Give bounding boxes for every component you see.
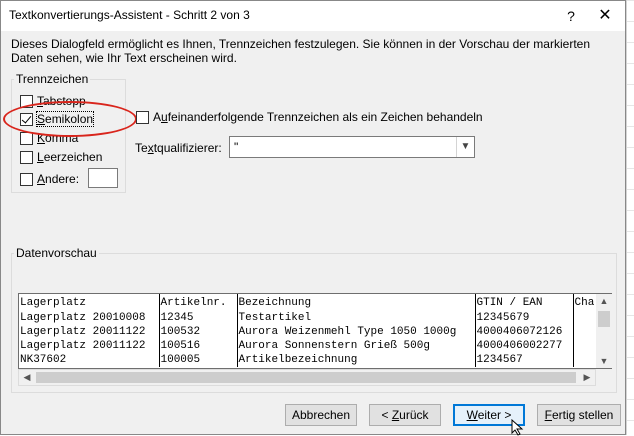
scroll-up-icon[interactable]: ▲ [596,294,612,308]
text-qualifier-value: " [234,140,239,154]
preview-vertical-scrollbar[interactable]: ▲ ▼ [596,294,612,368]
checkbox-consecutive-delimiters[interactable]: Aufeinanderfolgende Trennzeichen als ein… [136,109,483,125]
preview-cell: 12345 [159,311,238,325]
preview-row: Lagerplatz Artikelnr. Bezeichnung GTIN / EA… [19,294,603,311]
horizontal-scroll-thumb[interactable] [36,372,576,383]
mouse-cursor-icon [511,419,524,436]
checkbox-semikolon-label: Semikolon [35,111,95,127]
preview-cell: Lagerplatz 20010008 [19,311,160,325]
checkbox-andere-box[interactable] [20,172,33,186]
preview-cell: 4000406072126 [475,325,574,339]
text-import-wizard-dialog: Textkonvertierungs-Assistent - Schritt 2… [0,0,626,436]
preview-cell: 100005 [159,353,238,367]
checkbox-komma-box[interactable] [20,131,33,145]
background-sheet-strip [626,0,634,435]
finish-button[interactable]: Fertig stellen [537,404,621,426]
intro-text: Dieses Dialogfeld ermöglicht es Ihnen, T… [11,37,590,65]
preview-cell: 1234567 [475,353,574,367]
preview-cell: 100532 [159,325,238,339]
cancel-button[interactable]: Abbrechen [285,404,357,426]
preview-cell: Aurora Sonnenstern Grieß 500g [237,339,476,353]
checkbox-tabstopp-label: Tabstopp [37,94,86,108]
checkbox-tabstopp[interactable]: Tabstopp [20,93,86,109]
preview-row: Lagerplatz 20010008 12345 Testartikel 12345… [19,311,603,325]
chevron-down-icon[interactable]: ▼ [456,137,474,157]
delimiters-group-label: Trennzeichen [14,72,91,86]
preview-cell: Artikelbezeichnung [237,353,476,367]
preview-row: NK37602 100005 Artikelbezeichnung 1234567 [19,353,603,367]
preview-row: Lagerplatz 20011122 100516 Aurora Sonnenst… [19,339,603,353]
other-delimiter-input[interactable] [88,168,118,188]
text-qualifier-select[interactable]: " ▼ [229,136,475,158]
checkbox-leerzeichen-label: Leerzeichen [37,150,103,164]
preview-table: Lagerplatz Artikelnr. Bezeichnung GTIN / EA… [19,294,603,367]
preview-cell: 100516 [159,339,238,353]
data-preview[interactable]: Lagerplatz Artikelnr. Bezeichnung GTIN / EA… [18,293,612,369]
preview-cell: Lagerplatz 20011122 [19,339,160,353]
data-preview-group-label: Datenvorschau [14,246,99,260]
checkbox-leerzeichen[interactable]: Leerzeichen [20,149,102,165]
scroll-right-icon[interactable]: ▶ [579,370,595,385]
checkbox-semikolon[interactable]: Semikolon [20,111,95,127]
preview-cell: 4000406002277 [475,339,574,353]
preview-cell: 12345679 [475,311,574,325]
title-bar: Textkonvertierungs-Assistent - Schritt 2… [1,1,625,31]
checkbox-komma-label: Komma [37,131,79,145]
scroll-down-icon[interactable]: ▼ [596,354,612,368]
scroll-left-icon[interactable]: ◀ [19,370,35,385]
window-title: Textkonvertierungs-Assistent - Schritt 2… [9,8,250,22]
close-icon[interactable]: ✕ [593,5,617,27]
checkbox-leerzeichen-box[interactable] [20,150,33,164]
preview-row: Lagerplatz 20011122 100532 Aurora Weizenme… [19,325,603,339]
preview-horizontal-scrollbar[interactable]: ◀ ▶ [18,369,596,386]
preview-cell: Bezeichnung [237,294,476,311]
preview-cell: Testartikel [237,311,476,325]
preview-cell: Artikelnr. [159,294,238,311]
checkbox-consecutive-label: Aufeinanderfolgende Trennzeichen als ein… [153,110,483,124]
checkbox-consecutive-box[interactable] [136,110,149,124]
vertical-scroll-thumb[interactable] [598,311,610,327]
preview-cell: Aurora Weizenmehl Type 1050 1000g [237,325,476,339]
preview-cell: Lagerplatz 20011122 [19,325,160,339]
help-icon[interactable]: ? [559,5,583,27]
preview-cell: GTIN / EAN [475,294,574,311]
checkbox-semikolon-box[interactable] [20,112,33,126]
preview-cell: Lagerplatz [19,294,160,311]
checkbox-tabstopp-box[interactable] [20,94,33,108]
text-qualifier-label: Textqualifizierer: [135,141,222,155]
preview-cell: NK37602 [19,353,160,367]
checkbox-komma[interactable]: Komma [20,130,78,146]
back-button[interactable]: < Zurück [369,404,441,426]
checkbox-andere[interactable]: Andere: [20,171,79,187]
checkbox-andere-label: Andere: [37,172,80,186]
